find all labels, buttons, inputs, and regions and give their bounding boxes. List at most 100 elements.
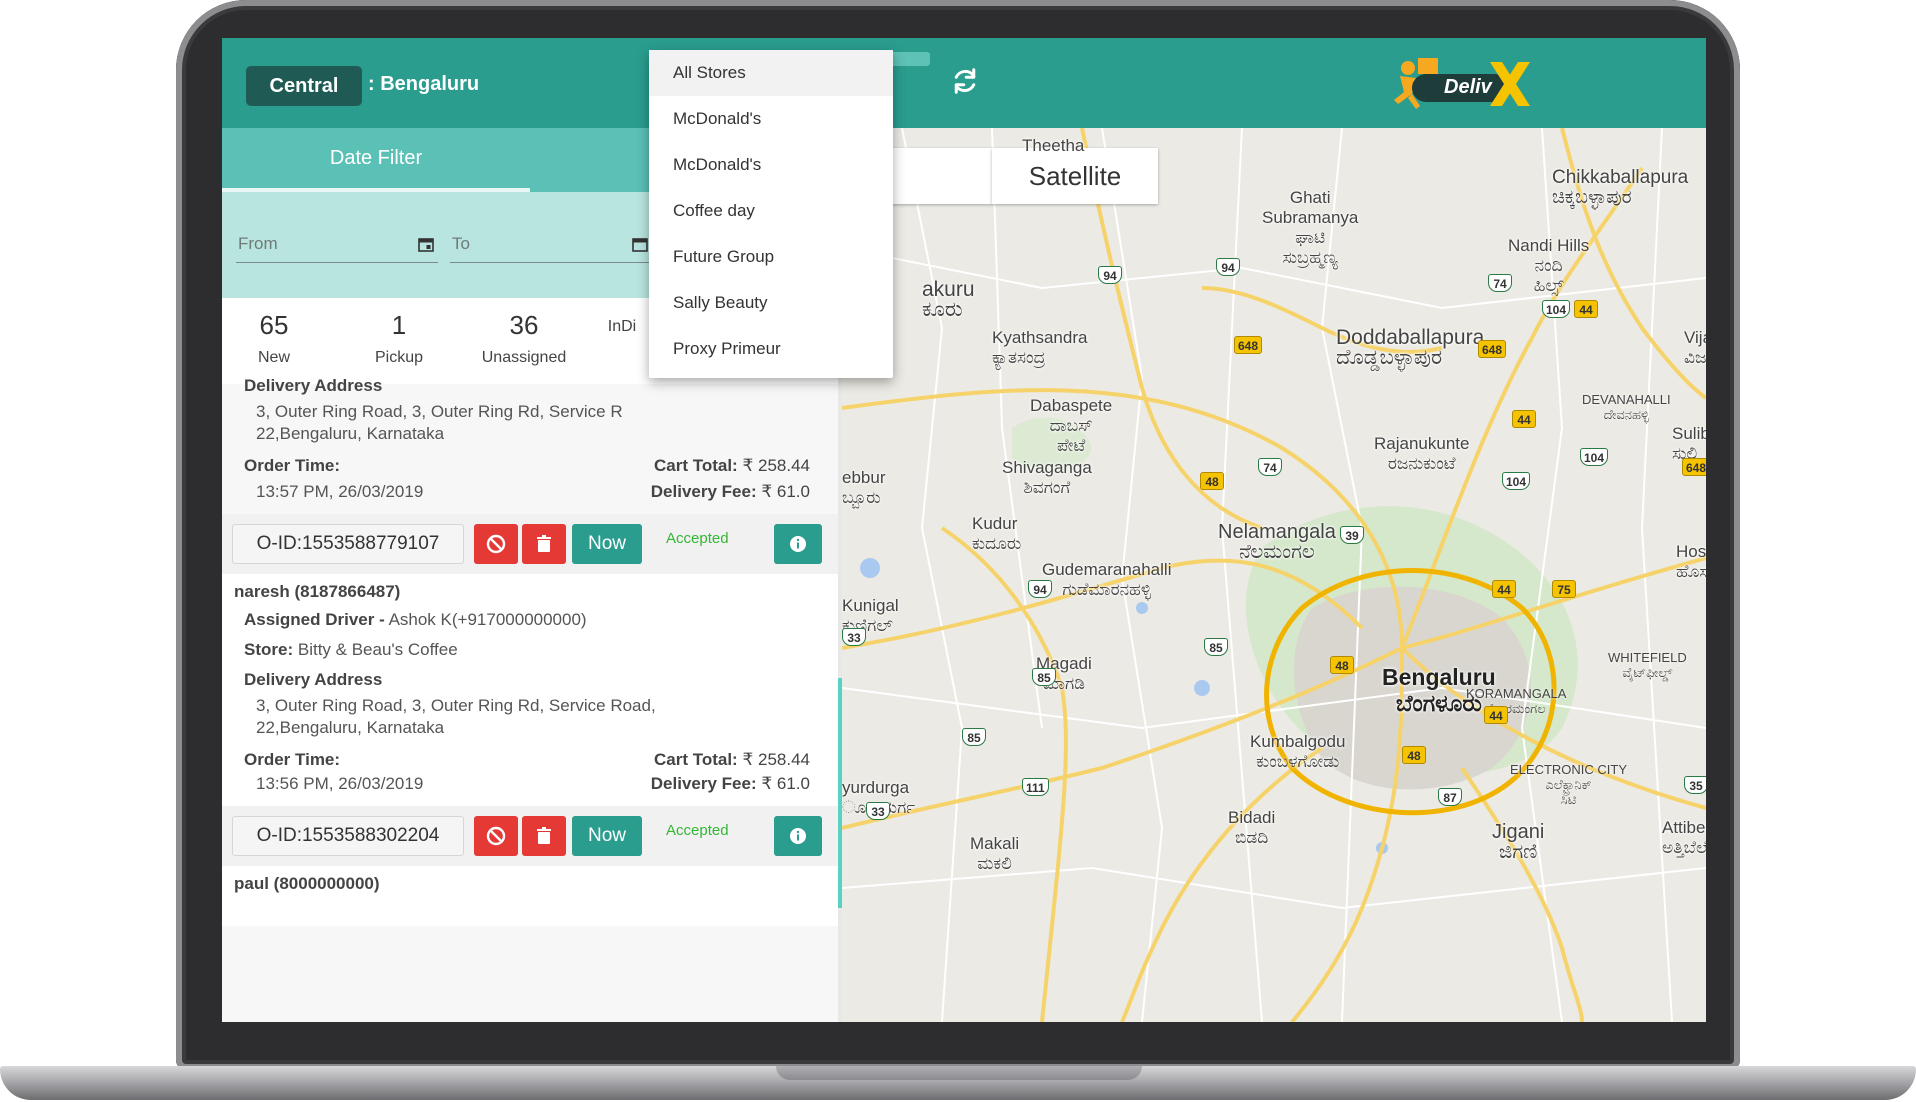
address-line: 22,Bengaluru, Karnataka [256, 424, 445, 443]
delete-order-button[interactable] [522, 816, 566, 856]
app-header: Central : Bengaluru Deliv [222, 38, 1706, 128]
orders-list: Delivery Address 3, Outer Ring Road, 3, … [222, 376, 838, 1022]
highway-shield: 85 [1204, 638, 1228, 656]
dropdown-option[interactable]: Future Group [649, 234, 893, 280]
place-label: Vijay ವಿಜ [1684, 328, 1706, 367]
delivx-logo: Deliv [1390, 54, 1540, 116]
satellite-button[interactable]: Satellite [992, 148, 1158, 204]
info-button[interactable] [774, 816, 822, 856]
zone-badge[interactable]: Central [246, 66, 362, 106]
trash-icon [537, 535, 551, 552]
stat-label: Pickup [374, 349, 424, 366]
dropdown-option[interactable]: All Stores [649, 50, 893, 96]
cart-total-value: ₹ 258.44 [742, 750, 810, 769]
highway-shield: 85 [962, 728, 986, 746]
highway-shield: 94 [1216, 258, 1240, 276]
highway-shield: 111 [1022, 778, 1049, 796]
stat-value: 1 [391, 310, 407, 340]
cart-total: Cart Total: ₹ 258.44 [654, 456, 810, 476]
highway-shield: 35 [1684, 776, 1706, 794]
order-header: O-ID:1553588779107 Now Accepted [222, 514, 838, 574]
dropdown-option[interactable]: Sally Beauty [649, 280, 893, 326]
place-label: Attibele ಅತ್ತಿಬೆಲೆ [1662, 818, 1706, 857]
info-icon [790, 536, 806, 552]
to-date-input[interactable]: To [450, 226, 652, 263]
store-dropdown: All Stores McDonald's McDonald's Coffee … [649, 50, 893, 378]
stat-new[interactable]: 65 New [222, 310, 334, 367]
stat-label: Unassigned [481, 349, 567, 366]
stat-pickup[interactable]: 1 Pickup [339, 310, 459, 367]
dropdown-option[interactable]: Coffee day [649, 188, 893, 234]
place-label: Gudemaranahalli ಗುಡೆಮಾರನಹಳ್ಳಿ [1042, 560, 1172, 599]
highway-shield: 648 [1234, 336, 1263, 354]
dropdown-option[interactable]: McDonald's [649, 96, 893, 142]
dropdown-option[interactable]: McDonald's [649, 142, 893, 188]
order-card: paul (8000000000) [222, 866, 838, 926]
highway-shield: 48 [1330, 656, 1354, 674]
dropdown-option[interactable]: Proxy Primeur [649, 326, 893, 372]
place-label: Doddaballapura ದೊಡ್ಡಬಳ್ಳಾಪುರ [1336, 326, 1485, 369]
place-label: ebbur ಬ್ಬೂರು [842, 468, 886, 507]
place-label: Bidadi ಬಿಡದಿ [1228, 808, 1276, 847]
from-date-input[interactable]: From [236, 226, 438, 263]
address-line: 3, Outer Ring Road, 3, Outer Ring Rd, Se… [256, 402, 623, 421]
cart-total-value: ₹ 258.44 [742, 456, 810, 475]
delivery-fee: Delivery Fee: ₹ 61.0 [651, 482, 810, 502]
order-status: Accepted [666, 822, 729, 839]
highway-shield: 104 [1502, 472, 1531, 490]
from-placeholder: From [238, 234, 278, 253]
store-label: Store: [244, 640, 294, 659]
stat-label: New [257, 349, 290, 366]
order-card: Delivery Address 3, Outer Ring Road, 3, … [222, 376, 838, 514]
delivery-fee-value: ₹ 61.0 [761, 774, 810, 793]
order-id[interactable]: O-ID:1553588779107 [232, 524, 464, 564]
customer-name: paul (8000000000) [234, 874, 380, 893]
highway-shield: 48 [1402, 746, 1426, 764]
tab-date-filter[interactable]: Date Filter [222, 128, 530, 192]
laptop-notch [776, 1066, 1142, 1080]
place-label: KORAMANGALA ಕೋರಮಂಗಲ [1466, 686, 1567, 716]
highway-shield: 94 [1028, 580, 1052, 598]
to-placeholder: To [452, 234, 470, 253]
now-button[interactable]: Now [572, 816, 642, 856]
info-button[interactable] [774, 524, 822, 564]
order-id[interactable]: O-ID:1553588302204 [232, 816, 464, 856]
store-value: Bitty & Beau's Coffee [297, 640, 458, 659]
highway-shield: 74 [1258, 458, 1282, 476]
place-label: Rajanukunte ರಜನುಕುಂಟೆ [1374, 434, 1470, 473]
highway-shield: 74 [1488, 274, 1512, 292]
delivery-fee-value: ₹ 61.0 [761, 482, 810, 501]
place-label: Chikkaballapura ಚಿಕ್ಕಬಳ್ಳಾಪುರ [1552, 167, 1689, 208]
map-view[interactable]: Satellite Theetha Ghati Subramanya ಘಾಟಿ … [842, 128, 1706, 1022]
order-time: 13:57 PM, 26/03/2019 [256, 482, 424, 501]
delivery-address-label: Delivery Address [244, 376, 383, 395]
order-time-label: Order Time: [244, 750, 341, 769]
city-label: : Bengaluru [368, 73, 480, 95]
delete-order-button[interactable] [522, 524, 566, 564]
calendar-icon[interactable] [418, 236, 434, 252]
highway-shield: 75 [1552, 580, 1576, 598]
assigned-driver-label: Assigned Driver - [244, 610, 385, 629]
customer-name: naresh (8187866487) [234, 582, 401, 601]
place-label: Kudur ಕುದೂರು [972, 514, 1022, 553]
now-button[interactable]: Now [572, 524, 642, 564]
highway-shield: 44 [1492, 580, 1516, 598]
address-line: 22,Bengaluru, Karnataka [256, 718, 445, 737]
assigned-driver-value: Ashok K(+917000000000) [388, 610, 587, 629]
order-status: Accepted [666, 530, 729, 547]
place-label: Ghati Subramanya ಘಾಟಿ ಸುಬ್ರಹ್ಮಣ್ಯ [1262, 188, 1359, 267]
cancel-order-button[interactable] [474, 816, 518, 856]
refresh-icon[interactable] [950, 66, 980, 96]
place-label: Nelamangala ನೆಲಮಂಗಲ [1218, 521, 1336, 563]
place-label: Hos ಹೊಸ [1676, 542, 1706, 581]
cancel-order-button[interactable] [474, 524, 518, 564]
place-label: Nandi Hills ನಂದಿ ಹಿಲ್ಸ್ [1508, 236, 1590, 295]
highway-shield: 648 [1682, 458, 1706, 476]
cart-total: Cart Total: ₹ 258.44 [654, 750, 810, 770]
block-icon [486, 826, 506, 846]
calendar-icon[interactable] [632, 236, 648, 252]
highway-shield: 44 [1512, 410, 1536, 428]
highway-shield: 94 [1098, 266, 1122, 284]
cart-total-label: Cart Total: [653, 456, 738, 475]
highway-shield: 39 [1340, 526, 1364, 544]
